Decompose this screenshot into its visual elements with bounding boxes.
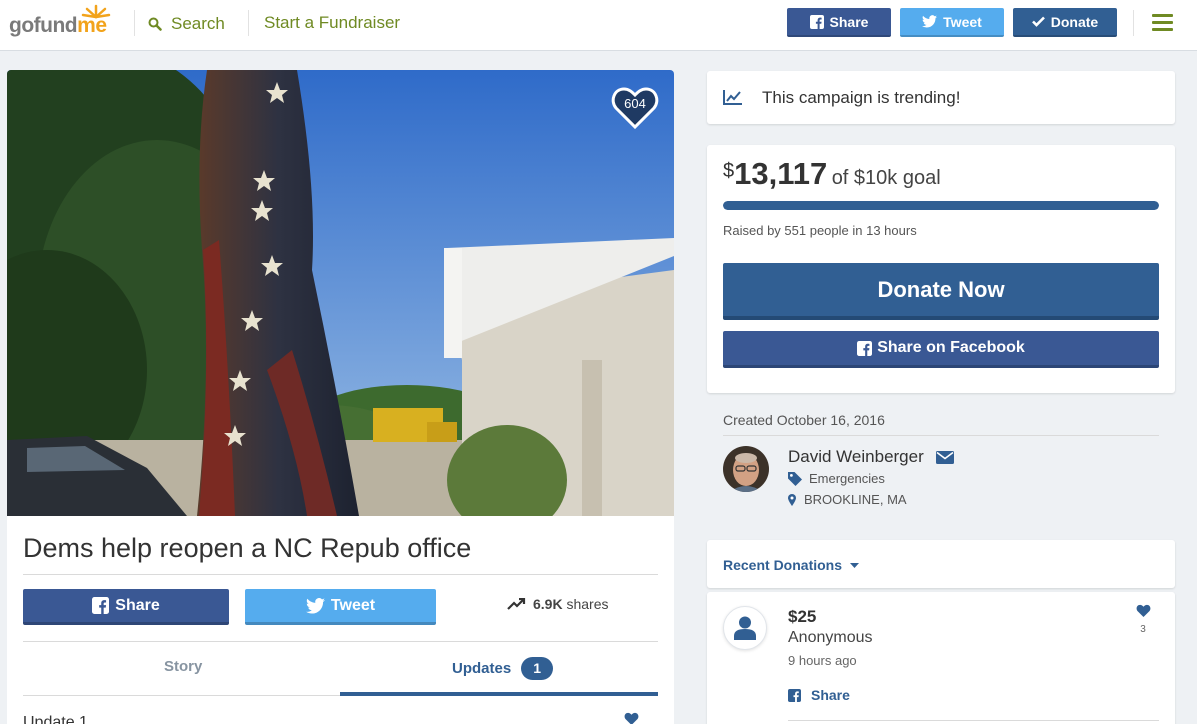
donate-now-button[interactable]: Donate Now: [723, 263, 1159, 320]
campaign-tweet-label: Tweet: [330, 596, 376, 614]
divider: [788, 720, 1159, 721]
donation-share-label: Share: [811, 687, 850, 703]
tab-updates-label: Updates: [452, 660, 512, 677]
heart-icon: [1136, 604, 1150, 617]
active-tab-indicator: [340, 692, 658, 696]
heart-icon[interactable]: [624, 712, 639, 724]
share-on-facebook-button[interactable]: Share on Facebook: [723, 331, 1159, 368]
donation-heart-button[interactable]: 3: [1135, 604, 1151, 635]
donation-share-button[interactable]: Share: [788, 687, 850, 703]
header-divider: [1133, 10, 1134, 36]
progress-bar: [723, 201, 1159, 210]
header-tweet-button[interactable]: Tweet: [900, 8, 1004, 37]
checkmark-icon: [1031, 16, 1045, 27]
donation-amount: $25: [788, 607, 817, 626]
start-fundraiser-link[interactable]: Start a Fundraiser: [264, 13, 400, 33]
organizer-location: BROOKLINE, MA: [788, 492, 907, 507]
heart-count: 604: [624, 96, 646, 111]
envelope-icon[interactable]: [935, 450, 954, 464]
share-count: 6.9K shares: [507, 596, 609, 612]
goal-text: of $10k goal: [831, 167, 941, 189]
trending-text: This campaign is trending!: [762, 88, 961, 107]
campaign-photo: [7, 70, 674, 516]
facebook-icon: [788, 688, 801, 702]
campaign-title: Dems help reopen a NC Repub office: [23, 533, 472, 563]
trending-up-icon: [507, 598, 526, 610]
campaign-share-button[interactable]: Share: [23, 589, 229, 625]
recent-donations-dropdown[interactable]: Recent Donations: [723, 557, 860, 573]
map-pin-icon: [788, 493, 796, 506]
heart-count-badge[interactable]: 604: [611, 86, 659, 130]
search-icon: [148, 17, 162, 31]
amount-raised: $13,117 of $10k goal: [723, 156, 941, 192]
tag-icon: [788, 471, 802, 486]
search-link[interactable]: Search: [148, 13, 225, 35]
donor-avatar: [723, 606, 767, 650]
organizer-name-label: David Weinberger: [788, 447, 924, 466]
organizer-category[interactable]: Emergencies: [788, 471, 885, 486]
logo-sun-icon: [81, 4, 111, 19]
twitter-icon: [922, 15, 938, 28]
donation-item: [707, 592, 1175, 724]
facebook-icon: [857, 340, 873, 356]
organizer-name[interactable]: David Weinberger: [788, 447, 954, 467]
campaign-share-label: Share: [115, 596, 160, 614]
facebook-icon: [92, 597, 110, 614]
donation-heart-count: 3: [1140, 624, 1146, 635]
created-date: Created October 16, 2016: [723, 412, 885, 428]
recent-donations-label: Recent Donations: [723, 557, 843, 573]
header-share-button[interactable]: Share: [787, 8, 891, 37]
donor-name: Anonymous: [788, 629, 873, 646]
divider: [723, 435, 1159, 436]
header-donate-button[interactable]: Donate: [1013, 8, 1117, 37]
organizer-avatar[interactable]: [723, 446, 769, 492]
raised-amount: 13,117: [734, 156, 828, 191]
menu-icon[interactable]: [1152, 14, 1173, 31]
header-donate-label: Donate: [1050, 13, 1099, 30]
organizer-category-label: Emergencies: [809, 471, 885, 486]
update-title: Update 1: [23, 714, 88, 724]
raised-by-text: Raised by 551 people in 13 hours: [723, 223, 917, 238]
organizer-location-label: BROOKLINE, MA: [804, 492, 907, 507]
search-label: Search: [171, 14, 225, 33]
twitter-icon: [305, 597, 325, 614]
share-count-suffix: shares: [566, 596, 609, 612]
tab-story[interactable]: Story: [164, 658, 202, 675]
divider: [23, 641, 658, 642]
facebook-icon: [809, 14, 824, 29]
divider: [23, 574, 658, 575]
caret-down-icon: [850, 562, 860, 568]
trending-chart-icon: [723, 90, 742, 105]
campaign-tweet-button[interactable]: Tweet: [245, 589, 436, 625]
progress-fill: [723, 201, 1159, 210]
share-on-facebook-label: Share on Facebook: [877, 339, 1025, 356]
header-divider: [134, 10, 135, 36]
header-tweet-label: Tweet: [943, 13, 982, 30]
donation-time: 9 hours ago: [788, 653, 857, 668]
share-count-value: 6.9K: [533, 596, 563, 612]
top-header: gofundme Search Start a Fundraiser Share: [0, 0, 1197, 51]
currency-symbol: $: [723, 160, 735, 182]
tab-updates[interactable]: Updates 1: [452, 657, 554, 680]
header-share-label: Share: [829, 13, 869, 30]
updates-count-badge: 1: [521, 657, 554, 680]
user-icon: [734, 616, 756, 640]
header-divider: [248, 10, 249, 36]
gofundme-logo[interactable]: gofundme: [9, 4, 119, 41]
